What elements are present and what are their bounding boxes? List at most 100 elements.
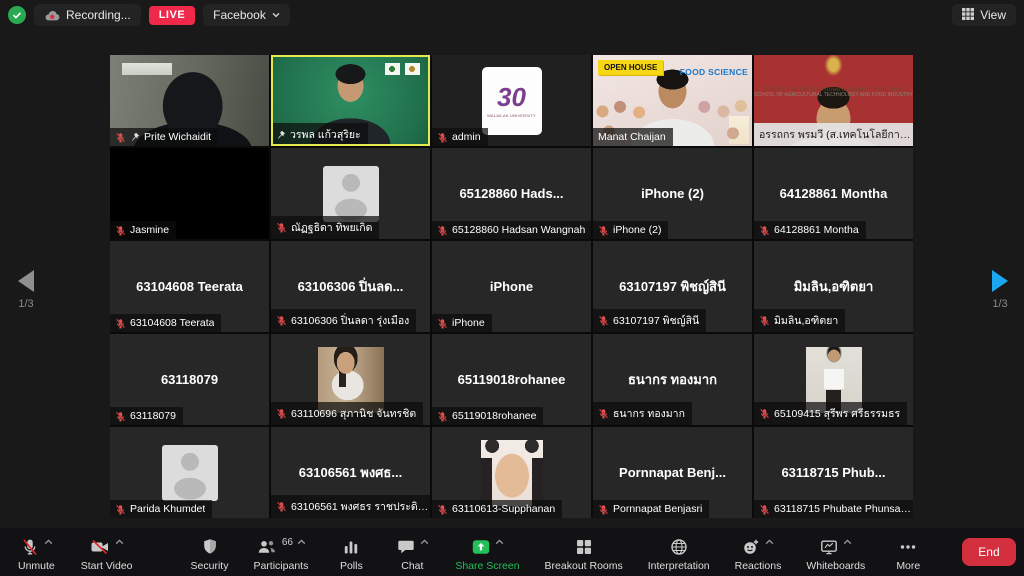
participant-tile[interactable]: 63104608 Teerata63104608 Teerata bbox=[110, 241, 269, 332]
breakout-rooms-button[interactable]: Breakout Rooms bbox=[539, 532, 629, 573]
chevron-up-icon[interactable] bbox=[420, 539, 429, 545]
participant-tile[interactable]: Prite Wichaidit bbox=[110, 55, 269, 146]
pin-icon bbox=[276, 130, 286, 140]
polls-button[interactable]: Polls bbox=[327, 532, 375, 573]
participant-name: ณัฏฐธิดา ทิพยเกิด bbox=[291, 219, 372, 236]
participant-tile[interactable]: 63110696 สุภานิช จันทรชิต bbox=[271, 334, 430, 425]
toolbar-item-label: Chat bbox=[401, 560, 423, 572]
participant-name-label: มิมลิน,อฑิตยา bbox=[754, 309, 845, 332]
participant-tile[interactable]: 63118715 Phub...63118715 Phubate Phunsaw… bbox=[754, 427, 913, 518]
chevron-up-icon[interactable] bbox=[843, 539, 852, 545]
participant-tile[interactable]: 63106306 ปิ่นลด...63106306 ปิ่นลดา รุ่งเ… bbox=[271, 241, 430, 332]
participant-tile[interactable]: 63106561 พงศธ...63106561 พงศธร ราชประดิษ… bbox=[271, 427, 430, 518]
participant-name: iPhone bbox=[452, 317, 485, 329]
participant-tile[interactable]: 65128860 Hads...65128860 Hadsan Wangnah bbox=[432, 148, 591, 239]
participant-name-label: 63118079 bbox=[110, 407, 183, 425]
start-video-button[interactable]: Start Video bbox=[75, 532, 139, 573]
stream-target-dropdown[interactable]: Facebook bbox=[203, 4, 290, 26]
avatar-placeholder-icon bbox=[323, 166, 379, 222]
next-page-button[interactable]: 1/3 bbox=[980, 270, 1020, 310]
toolbar-item-label: Participants bbox=[253, 560, 308, 572]
participant-name: 63118079 bbox=[130, 410, 176, 422]
avatar-placeholder-icon bbox=[162, 445, 218, 501]
unmute-button[interactable]: Unmute bbox=[12, 532, 61, 573]
participant-tile[interactable]: วรพล แก้วสุริยะ bbox=[271, 55, 430, 146]
chat-button[interactable]: Chat bbox=[388, 532, 436, 573]
participant-name: 65128860 Hadsan Wangnah bbox=[452, 224, 585, 236]
participant-tile[interactable]: OPEN HOUSEFOOD SCIENCEManat Chaijan bbox=[593, 55, 752, 146]
participant-name: 63104608 Teerata bbox=[130, 317, 214, 329]
participant-tile[interactable]: 64128861 Montha64128861 Montha bbox=[754, 148, 913, 239]
participant-tile[interactable]: ณัฏฐธิดา ทิพยเกิด bbox=[271, 148, 430, 239]
cloud-recording-icon bbox=[44, 9, 60, 22]
recording-label: Recording... bbox=[66, 8, 131, 22]
mic-muted-icon bbox=[759, 408, 770, 419]
encryption-shield-icon[interactable] bbox=[8, 6, 26, 24]
participant-tile[interactable]: iPhone (2)iPhone (2) bbox=[593, 148, 752, 239]
prev-page-button[interactable]: 1/3 bbox=[6, 270, 46, 310]
mic-muted-icon bbox=[437, 411, 448, 422]
chevron-up-icon[interactable] bbox=[297, 539, 306, 545]
top-bar: Recording... LIVE Facebook View bbox=[0, 0, 1024, 30]
chevron-up-icon[interactable] bbox=[765, 539, 774, 545]
participant-name-label: 63110696 สุภานิช จันทรชิต bbox=[271, 402, 423, 425]
view-button[interactable]: View bbox=[952, 4, 1016, 26]
toolbar-icon-row bbox=[669, 537, 689, 558]
page-indicator-right: 1/3 bbox=[992, 298, 1007, 310]
prev-arrow-icon bbox=[18, 270, 34, 292]
participant-tile[interactable]: 65119018rohanee65119018rohanee bbox=[432, 334, 591, 425]
toolbar-icon-row bbox=[819, 537, 852, 558]
participant-tile[interactable]: ธนากร ทองมากธนากร ทองมาก bbox=[593, 334, 752, 425]
participant-tile[interactable]: Pornnapat Benj...Pornnapat Benjasri bbox=[593, 427, 752, 518]
participants-button[interactable]: 66 Participants bbox=[247, 532, 314, 573]
mic-muted-icon bbox=[115, 411, 126, 422]
participant-name: 65109415 สุรีพร ศรีธรรมธร bbox=[774, 405, 900, 422]
mic-muted-icon bbox=[437, 132, 448, 143]
toolbar-item-label: Security bbox=[191, 560, 229, 572]
participant-name-label: 64128861 Montha bbox=[754, 221, 866, 239]
chevron-up-icon[interactable] bbox=[115, 539, 124, 545]
reactions-icon bbox=[741, 537, 761, 557]
chevron-up-icon[interactable] bbox=[44, 539, 53, 545]
whiteboards-button[interactable]: Whiteboards bbox=[800, 532, 871, 573]
participant-name: 63107197 พิชญ์สินี bbox=[613, 312, 699, 329]
mic-muted-icon bbox=[276, 408, 287, 419]
participant-name: 63110696 สุภานิช จันทรชิต bbox=[291, 405, 416, 422]
globe-icon bbox=[669, 537, 689, 557]
reactions-button[interactable]: Reactions bbox=[729, 532, 788, 573]
page-indicator-left: 1/3 bbox=[18, 298, 33, 310]
more-button[interactable]: More bbox=[884, 532, 932, 573]
participant-tile[interactable]: สำนักวิชาเทคโนโลยีการเกษตรและอุตสาหกรรมอ… bbox=[754, 55, 913, 146]
participant-tile[interactable]: 63107197 พิชญ์สินี63107197 พิชญ์สินี bbox=[593, 241, 752, 332]
participant-name: อรรถกร พรมวี (ส.เทคโนโลยีการเกษตรฯ) bbox=[759, 126, 913, 143]
participant-name-label: อรรถกร พรมวี (ส.เทคโนโลยีการเกษตรฯ) bbox=[754, 123, 913, 146]
shield-icon bbox=[200, 537, 220, 557]
chevron-up-icon[interactable] bbox=[495, 539, 504, 545]
participant-name: Jasmine bbox=[130, 224, 169, 236]
end-button[interactable]: End bbox=[962, 538, 1015, 566]
participant-name-label: Pornnapat Benjasri bbox=[593, 500, 709, 518]
participant-tile[interactable]: 63110613-Supphanan bbox=[432, 427, 591, 518]
participant-name: 63118715 Phubate Phunsawat bbox=[774, 503, 913, 515]
share-screen-button[interactable]: Share Screen bbox=[449, 532, 525, 573]
mic-muted-icon bbox=[276, 501, 287, 512]
mic-muted-icon bbox=[759, 504, 770, 515]
participant-name: วรพล แก้วสุริยะ bbox=[290, 126, 361, 143]
avatar-photo bbox=[481, 440, 543, 506]
mic-muted-icon bbox=[437, 504, 448, 515]
participant-tile[interactable]: 6311807963118079 bbox=[110, 334, 269, 425]
participant-tile[interactable]: Jasmine bbox=[110, 148, 269, 239]
participant-tile[interactable]: Parida Khumdet bbox=[110, 427, 269, 518]
mic-muted-icon bbox=[759, 225, 770, 236]
participants-count-badge: 66 bbox=[282, 538, 293, 548]
mic-muted-icon bbox=[115, 504, 126, 515]
participant-tile[interactable]: มิมลิน,อฑิตยามิมลิน,อฑิตยา bbox=[754, 241, 913, 332]
mic-muted-icon bbox=[115, 225, 126, 236]
participant-tile[interactable]: 65109415 สุรีพร ศรีธรรมธร bbox=[754, 334, 913, 425]
participant-name: 63110613-Supphanan bbox=[452, 503, 555, 515]
participant-tile[interactable]: iPhoneiPhone bbox=[432, 241, 591, 332]
participant-name-label: 63104608 Teerata bbox=[110, 314, 221, 332]
interpretation-button[interactable]: Interpretation bbox=[642, 532, 716, 573]
security-button[interactable]: Security bbox=[185, 532, 235, 573]
participant-tile[interactable]: 30WALAILAK UNIVERSITYadmin bbox=[432, 55, 591, 146]
